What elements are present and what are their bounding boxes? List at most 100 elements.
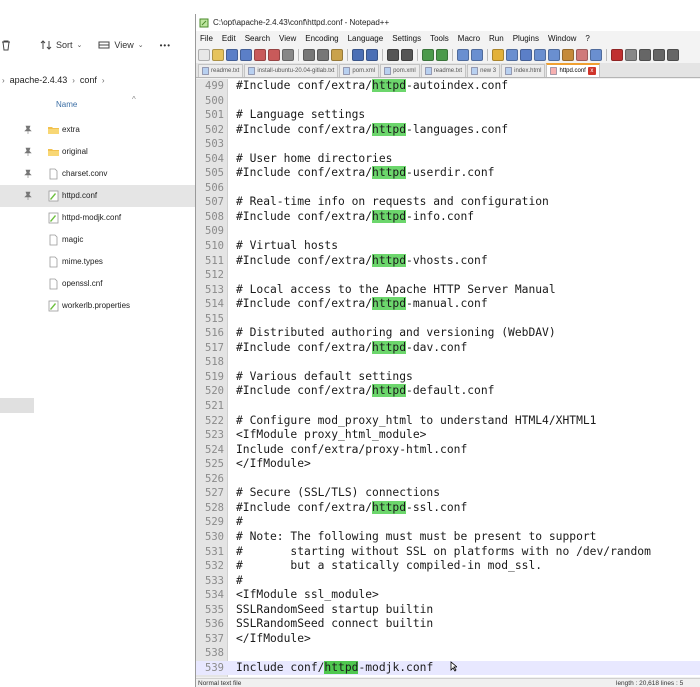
file-list-item[interactable]: httpd.conf bbox=[0, 185, 196, 207]
code-line[interactable]: 515 bbox=[196, 312, 700, 327]
code-line[interactable]: 521 bbox=[196, 399, 700, 414]
paste-icon[interactable] bbox=[331, 48, 343, 61]
code-line[interactable]: 526 bbox=[196, 472, 700, 487]
file-list-item[interactable]: openssl.cnf bbox=[0, 273, 196, 295]
menu-item[interactable]: Macro bbox=[458, 34, 480, 43]
word-wrap-icon[interactable] bbox=[492, 48, 504, 61]
editor[interactable]: 499 #Include conf/extra/httpd-autoindex.c… bbox=[196, 79, 700, 677]
folder-workspace-icon[interactable] bbox=[576, 48, 588, 61]
replace-icon[interactable] bbox=[401, 48, 413, 61]
code-line[interactable]: 510 # Virtual hosts bbox=[196, 239, 700, 254]
file-list-item[interactable]: workerlb.properties bbox=[0, 295, 196, 317]
code-line[interactable]: 535 SSLRandomSeed startup builtin bbox=[196, 603, 700, 618]
code-line[interactable]: 536 SSLRandomSeed connect builtin bbox=[196, 617, 700, 632]
menu-item[interactable]: Encoding bbox=[305, 34, 338, 43]
sort-button[interactable]: Sort ⌄ bbox=[36, 34, 86, 56]
save-macro-icon[interactable] bbox=[667, 48, 679, 61]
document-tab[interactable]: httpd.conf x bbox=[546, 63, 600, 77]
close-icon[interactable] bbox=[254, 48, 266, 61]
zoom-out-icon[interactable] bbox=[436, 48, 448, 61]
open-file-icon[interactable] bbox=[212, 48, 224, 61]
menu-item[interactable]: Language bbox=[348, 34, 384, 43]
nav-pane-selected-item[interactable] bbox=[0, 398, 34, 413]
code-line[interactable]: 513 # Local access to the Apache HTTP Ser… bbox=[196, 283, 700, 298]
code-line[interactable]: 534 <IfModule ssl_module> bbox=[196, 588, 700, 603]
menu-item[interactable]: Window bbox=[548, 34, 576, 43]
code-line[interactable]: 528 #Include conf/extra/httpd-ssl.conf bbox=[196, 500, 700, 516]
more-options-button[interactable]: ••• bbox=[156, 34, 175, 56]
code-line[interactable]: 532 # but a statically compiled-in mod_ss… bbox=[196, 559, 700, 574]
find-icon[interactable] bbox=[387, 48, 399, 61]
new-file-icon[interactable] bbox=[198, 48, 210, 61]
menu-item[interactable]: View bbox=[279, 34, 296, 43]
close-all-icon[interactable] bbox=[268, 48, 280, 61]
code-line[interactable]: 519 # Various default settings bbox=[196, 370, 700, 385]
code-line[interactable]: 503 bbox=[196, 137, 700, 152]
close-tab-icon[interactable]: x bbox=[587, 67, 596, 75]
breadcrumb-item[interactable]: conf bbox=[80, 75, 97, 85]
code-line[interactable]: 523 <IfModule proxy_html_module> bbox=[196, 428, 700, 443]
code-line[interactable]: 500 bbox=[196, 94, 700, 109]
code-line[interactable]: 539 Include conf/httpd-modjk.conf bbox=[196, 660, 700, 676]
record-macro-icon[interactable] bbox=[611, 48, 623, 61]
zoom-in-icon[interactable] bbox=[422, 48, 434, 61]
menu-item[interactable]: Edit bbox=[222, 34, 236, 43]
print-icon[interactable] bbox=[282, 48, 294, 61]
menu-item[interactable]: File bbox=[200, 34, 213, 43]
code-line[interactable]: 538 bbox=[196, 646, 700, 661]
code-line[interactable]: 505 #Include conf/extra/httpd-userdir.con… bbox=[196, 166, 700, 181]
code-line[interactable]: 533 # bbox=[196, 574, 700, 589]
code-line[interactable]: 537 </IfModule> bbox=[196, 632, 700, 647]
code-line[interactable]: 529 # bbox=[196, 515, 700, 530]
view-button[interactable]: View ⌄ bbox=[94, 34, 147, 56]
document-tab[interactable]: readme.txt bbox=[420, 64, 467, 77]
language-icon[interactable] bbox=[534, 48, 546, 61]
code-line[interactable]: 512 bbox=[196, 268, 700, 283]
function-list-icon[interactable] bbox=[562, 48, 574, 61]
copy-icon[interactable] bbox=[317, 48, 329, 61]
code-line[interactable]: 507 # Real-time info on requests and conf… bbox=[196, 195, 700, 210]
menu-item[interactable]: Tools bbox=[430, 34, 449, 43]
document-tab[interactable]: install-ubuntu-20.04-gitlab.txt bbox=[244, 64, 339, 77]
sync-vertical-icon[interactable] bbox=[457, 48, 469, 61]
code-line[interactable]: 517 #Include conf/extra/httpd-dav.conf bbox=[196, 340, 700, 356]
file-list-item[interactable]: magic bbox=[0, 229, 196, 251]
menu-item[interactable]: ? bbox=[585, 34, 589, 43]
redo-icon[interactable] bbox=[366, 48, 378, 61]
title-bar[interactable]: C:\opt\apache-2.4.43\conf\httpd.conf - N… bbox=[196, 14, 700, 31]
code-line[interactable]: 499 #Include conf/extra/httpd-autoindex.c… bbox=[196, 79, 700, 94]
code-line[interactable]: 504 # User home directories bbox=[196, 152, 700, 167]
play-macro-icon[interactable] bbox=[639, 48, 651, 61]
column-header-name[interactable]: Name bbox=[56, 100, 77, 109]
document-tab[interactable]: index.html bbox=[501, 64, 546, 77]
code-line[interactable]: 522 # Configure mod_proxy_html to underst… bbox=[196, 414, 700, 429]
code-line[interactable]: 509 bbox=[196, 224, 700, 239]
indent-guide-icon[interactable] bbox=[520, 48, 532, 61]
breadcrumb-item[interactable]: apache-2.4.43 bbox=[10, 75, 68, 85]
cut-icon[interactable] bbox=[303, 48, 315, 61]
code-line[interactable]: 501 # Language settings bbox=[196, 108, 700, 123]
sync-horizontal-icon[interactable] bbox=[471, 48, 483, 61]
show-all-chars-icon[interactable] bbox=[506, 48, 518, 61]
code-line[interactable]: 514 #Include conf/extra/httpd-manual.conf bbox=[196, 297, 700, 312]
code-line[interactable]: 508 #Include conf/extra/httpd-info.conf bbox=[196, 209, 700, 225]
document-tab[interactable]: readme.txt bbox=[198, 64, 244, 77]
code-line[interactable]: 530 # Note: The following must must be pr… bbox=[196, 530, 700, 545]
code-line[interactable]: 516 # Distributed authoring and versionin… bbox=[196, 326, 700, 341]
file-list-item[interactable]: original bbox=[0, 141, 196, 163]
menu-item[interactable]: Settings bbox=[392, 34, 421, 43]
document-tab[interactable]: new 3 bbox=[467, 64, 501, 77]
document-tab[interactable]: pom.xml bbox=[339, 64, 380, 77]
file-list-item[interactable]: mime.types bbox=[0, 251, 196, 273]
undo-icon[interactable] bbox=[352, 48, 364, 61]
run-macro-multiple-icon[interactable] bbox=[653, 48, 665, 61]
doc-map-icon[interactable] bbox=[548, 48, 560, 61]
code-line[interactable]: 531 # starting without SSL on platforms w… bbox=[196, 545, 700, 560]
code-line[interactable]: 527 # Secure (SSL/TLS) connections bbox=[196, 486, 700, 501]
code-line[interactable]: 506 bbox=[196, 181, 700, 196]
menu-item[interactable]: Search bbox=[245, 34, 270, 43]
document-tab[interactable]: pom.xml bbox=[380, 64, 420, 77]
monitor-icon[interactable] bbox=[590, 48, 602, 61]
stop-macro-icon[interactable] bbox=[625, 48, 637, 61]
save-all-icon[interactable] bbox=[240, 48, 252, 61]
